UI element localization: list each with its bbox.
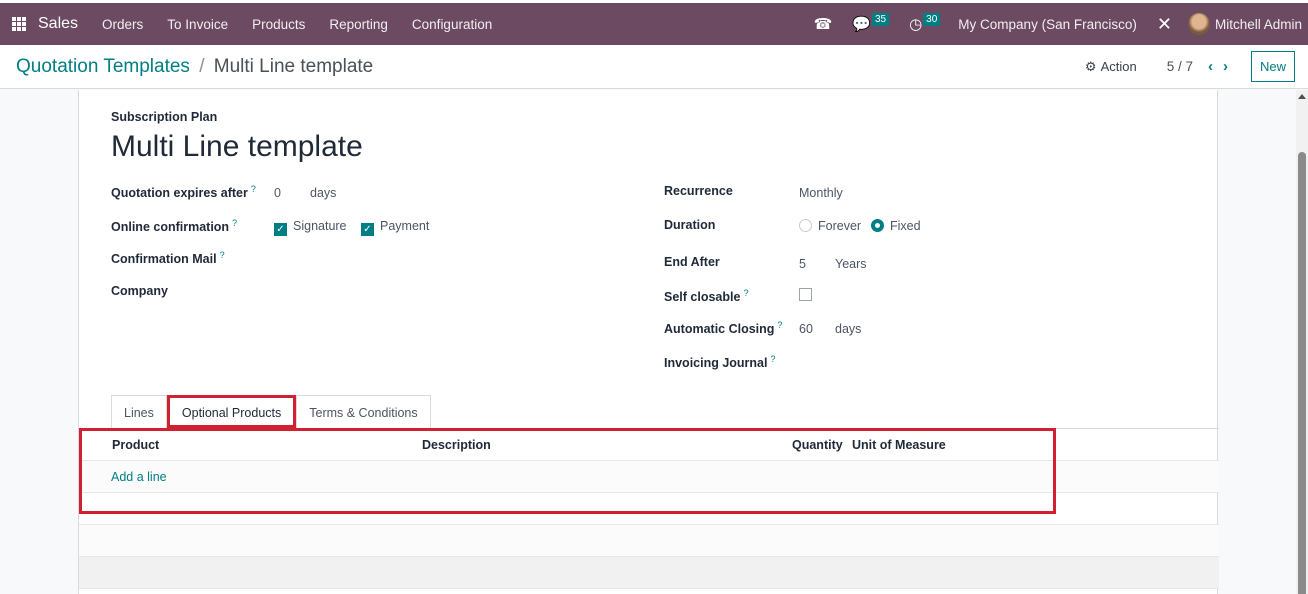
self-closable-label-text: Self closable (664, 290, 741, 305)
online-conf-label-text: Online confirmation (111, 220, 230, 235)
template-name-field[interactable]: Multi Line template (111, 130, 363, 164)
help-icon[interactable]: ? (251, 184, 256, 194)
signature-label: Signature (293, 219, 347, 233)
end-after-label: End After (664, 255, 720, 269)
payment-label: Payment (380, 219, 430, 233)
action-button[interactable]: ⚙ Action (1085, 59, 1137, 75)
help-icon[interactable]: ? (771, 354, 776, 364)
breadcrumb: Quotation Templates / Multi Line templat… (16, 56, 373, 78)
breadcrumb-current: Multi Line template (213, 55, 374, 77)
invoicing-journal-label-text: Invoicing Journal (664, 356, 768, 371)
menu-configuration[interactable]: Configuration (400, 17, 504, 32)
scroll-up-arrow-icon[interactable] (1298, 94, 1306, 99)
checkbox-checked-icon: ✓ (361, 223, 374, 236)
expires-label-text: Quotation expires after (111, 186, 248, 201)
column-quantity[interactable]: Quantity (792, 438, 843, 452)
expires-unit: days (310, 186, 337, 200)
auto-closing-unit: days (835, 322, 862, 336)
breadcrumb-parent[interactable]: Quotation Templates (16, 56, 190, 77)
gear-icon: ⚙ (1084, 58, 1097, 74)
table-row (79, 557, 1219, 589)
add-line-link[interactable]: Add a line (111, 470, 167, 484)
conf-mail-label: Confirmation Mail? (111, 250, 225, 266)
conf-mail-label-text: Confirmation Mail (111, 252, 217, 267)
radio-empty-icon (799, 219, 812, 232)
end-after-unit-select[interactable]: Years (835, 257, 867, 271)
signature-checkbox[interactable]: ✓ Signature (274, 219, 347, 236)
clock-icon: ◷ (909, 16, 923, 33)
pager-value[interactable]: 5 / 7 (1167, 59, 1193, 74)
recurrence-label: Recurrence (664, 184, 733, 198)
radio-selected-icon (871, 219, 884, 232)
column-description[interactable]: Description (422, 438, 491, 452)
table-header: Product Description Quantity Unit of Mea… (79, 429, 1219, 461)
debug-tools-icon[interactable]: ✕ (1157, 14, 1172, 35)
auto-closing-input[interactable]: 60 (799, 322, 813, 336)
notebook-tabs: Lines Optional Products Terms & Conditio… (111, 395, 431, 428)
top-navbar: Sales Orders To Invoice Products Reporti… (0, 0, 1308, 45)
online-conf-label: Online confirmation? (111, 218, 237, 234)
forever-label: Forever (818, 219, 862, 233)
messages-badge: 35 (871, 12, 890, 26)
checkbox-checked-icon: ✓ (274, 223, 287, 236)
apps-grid-icon[interactable] (12, 17, 26, 31)
column-unit-of-measure[interactable]: Unit of Measure (852, 438, 946, 452)
fixed-label: Fixed (890, 219, 921, 233)
plan-label: Subscription Plan (111, 110, 218, 124)
expires-value-input[interactable]: 0 (274, 186, 281, 200)
breadcrumb-separator: / (199, 55, 205, 77)
activities-button[interactable]: ◷ 30 (909, 12, 941, 33)
new-button[interactable]: New (1250, 51, 1295, 82)
table-row (79, 525, 1219, 557)
vertical-scrollbar[interactable] (1296, 90, 1308, 594)
duration-fixed-radio[interactable]: Fixed (871, 219, 921, 233)
tab-terms-conditions[interactable]: Terms & Conditions (296, 395, 431, 428)
chat-icon: 💬 (852, 16, 871, 33)
invoicing-journal-label: Invoicing Journal? (664, 354, 776, 370)
form-content: Subscription Plan Multi Line template Qu… (0, 90, 1296, 594)
control-panel: Quotation Templates / Multi Line templat… (0, 45, 1308, 89)
tab-lines[interactable]: Lines (111, 395, 167, 428)
messages-button[interactable]: 💬 35 (852, 12, 890, 33)
menu-orders[interactable]: Orders (90, 17, 155, 32)
table-row (79, 493, 1219, 525)
self-closable-checkbox[interactable] (799, 288, 812, 304)
form-sheet: Subscription Plan Multi Line template Qu… (78, 90, 1219, 594)
pager-prev-icon[interactable]: ‹ (1208, 58, 1213, 75)
help-icon[interactable]: ? (743, 288, 748, 298)
auto-closing-label-text: Automatic Closing (664, 322, 775, 337)
menu-reporting[interactable]: Reporting (317, 17, 400, 32)
help-icon[interactable]: ? (777, 320, 782, 330)
pager-next-icon[interactable]: › (1223, 58, 1228, 75)
user-menu[interactable]: Mitchell Admin (1215, 17, 1302, 32)
scroll-thumb[interactable] (1298, 152, 1306, 594)
avatar[interactable] (1187, 13, 1210, 35)
duration-label: Duration (664, 218, 716, 232)
checkbox-empty-icon (799, 288, 812, 301)
self-closable-label: Self closable? (664, 288, 748, 304)
recurrence-select[interactable]: Monthly (799, 186, 843, 200)
action-label: Action (1100, 59, 1137, 74)
phone-icon[interactable]: ☎ (814, 15, 833, 33)
end-after-input[interactable]: 5 (799, 257, 806, 271)
activities-badge: 30 (923, 12, 941, 26)
table-row-add: Add a line (79, 461, 1219, 493)
help-icon[interactable]: ? (232, 218, 237, 228)
company-switcher[interactable]: My Company (San Francisco) (958, 17, 1137, 32)
duration-forever-radio[interactable]: Forever (799, 219, 861, 233)
expires-label: Quotation expires after? (111, 184, 256, 200)
payment-checkbox[interactable]: ✓ Payment (361, 219, 429, 236)
tab-optional-products[interactable]: Optional Products (166, 395, 297, 428)
help-icon[interactable]: ? (220, 250, 225, 260)
app-name[interactable]: Sales (38, 15, 78, 33)
company-label: Company (111, 284, 168, 298)
menu-to-invoice[interactable]: To Invoice (155, 17, 240, 32)
column-product[interactable]: Product (112, 438, 159, 452)
auto-closing-label: Automatic Closing? (664, 320, 782, 336)
menu-products[interactable]: Products (240, 17, 317, 32)
